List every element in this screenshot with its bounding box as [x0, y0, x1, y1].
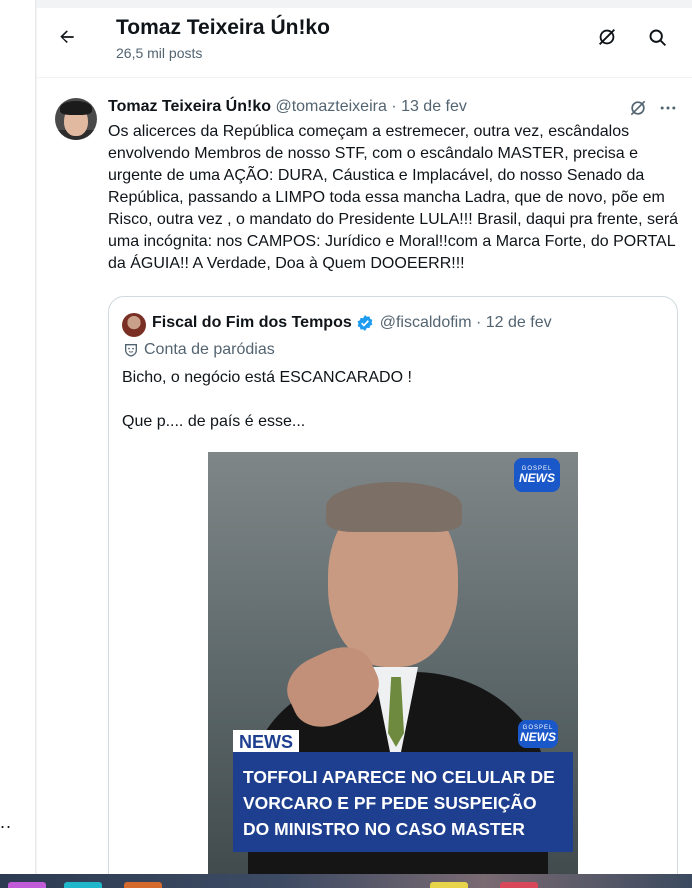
- parody-text: Conta de paródias: [144, 341, 275, 358]
- post-text: Os alicerces da República começam a estr…: [108, 123, 679, 272]
- author-meta[interactable]: @tomazteixeira · 13 de fev: [275, 98, 466, 115]
- more-button[interactable]: [657, 97, 679, 119]
- os-taskbar: [0, 874, 692, 888]
- grok-post-button[interactable]: [627, 97, 649, 119]
- taskbar-app-icon[interactable]: [500, 882, 538, 888]
- back-button[interactable]: [54, 24, 80, 50]
- quote-text-line-1: Bicho, o negócio está ESCANCARADO !: [122, 369, 412, 386]
- taskbar-app-icon[interactable]: [124, 882, 162, 888]
- author-name[interactable]: Tomaz Teixeira Ún!ko: [108, 98, 271, 115]
- grok-icon: [599, 29, 615, 45]
- search-button[interactable]: [645, 25, 669, 49]
- profile-header: Tomaz Teixeira Ún!ko 26,5 mil posts: [37, 8, 692, 78]
- arrow-left-icon: [60, 30, 74, 43]
- more-menu-dots[interactable]: ..: [0, 812, 12, 833]
- quote-author-meta[interactable]: @fiscaldofim · 12 de fev: [380, 314, 552, 332]
- gospel-news-logo: GOSPEL NEWS: [514, 458, 560, 492]
- quote-avatar[interactable]: [122, 313, 146, 337]
- taskbar-app-icon[interactable]: [430, 882, 468, 888]
- main-column: Tomaz Teixeira Ún!ko 26,5 mil posts Toma…: [37, 8, 692, 888]
- grok-icon: [630, 100, 646, 116]
- left-navigation-rail: ..: [0, 0, 36, 888]
- news-headline: TOFFOLI APARECE NO CELULAR DE VORCARO E …: [233, 752, 573, 852]
- news-tag: NEWS: [233, 730, 299, 754]
- quoted-post[interactable]: Fiscal do Fim dos Tempos @fiscaldofim · …: [108, 296, 678, 888]
- page-title: Tomaz Teixeira Ún!ko: [116, 16, 330, 39]
- taskbar-app-icon[interactable]: [8, 882, 46, 888]
- grok-button[interactable]: [595, 25, 619, 49]
- post-count: 26,5 mil posts: [116, 45, 203, 61]
- more-icon: [660, 106, 676, 110]
- quote-text-line-2: Que p.... de país é esse...: [122, 413, 306, 430]
- gospel-news-logo-small: GOSPEL NEWS: [518, 720, 558, 748]
- verified-badge-icon: [356, 314, 374, 332]
- parody-mask-icon: [125, 344, 137, 357]
- quote-author-name[interactable]: Fiscal do Fim dos Tempos: [152, 314, 352, 332]
- taskbar-app-icon[interactable]: [64, 882, 102, 888]
- quote-header: Fiscal do Fim dos Tempos @fiscaldofim · …: [152, 314, 552, 332]
- post-header: Tomaz Teixeira Ún!ko @tomazteixeira · 13…: [108, 98, 467, 116]
- parody-label: Conta de paródias: [123, 341, 275, 359]
- quote-media-image[interactable]: GOSPEL NEWS GOSPEL NEWS NEWS TOFFOLI APA…: [208, 452, 578, 888]
- avatar[interactable]: [55, 98, 97, 140]
- search-icon: [649, 29, 666, 46]
